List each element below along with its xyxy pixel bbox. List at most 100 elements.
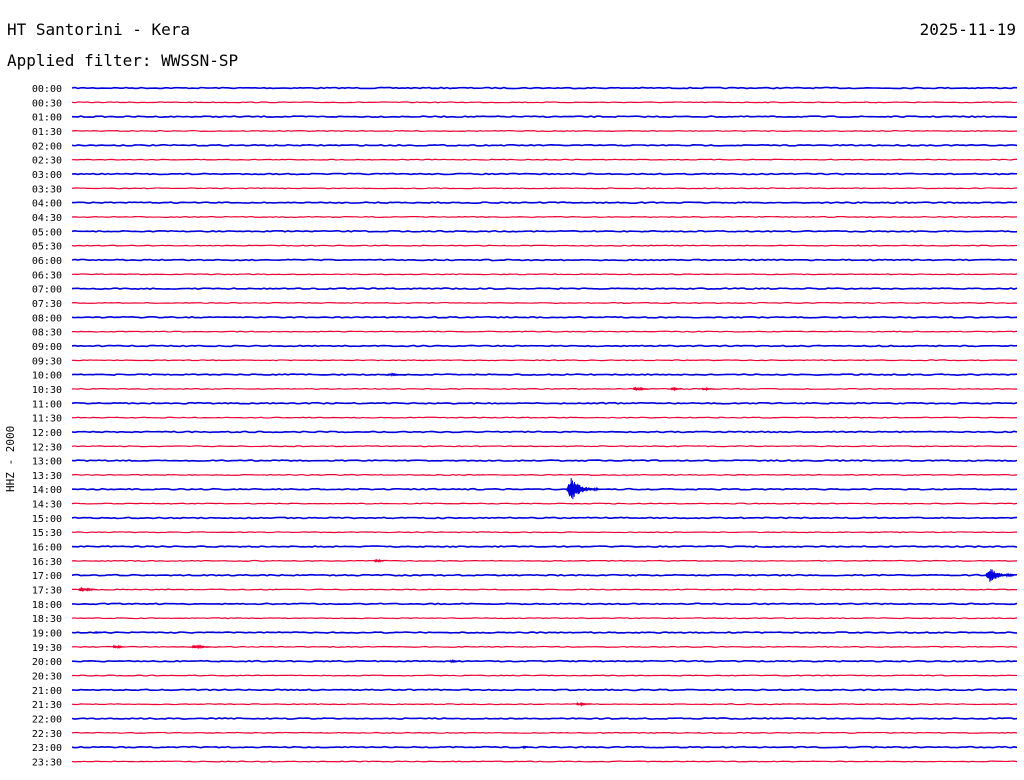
seismic-event: [985, 569, 1015, 582]
row-time-label: 09:00: [32, 342, 62, 353]
trace-2000: [71, 659, 1018, 663]
row-time-label: 21:30: [32, 700, 62, 711]
row-time-label: 23:00: [32, 743, 62, 754]
row-time-label: 05:30: [32, 242, 62, 253]
trace-0230: [71, 158, 1018, 161]
row-time-label: 02:00: [32, 141, 62, 152]
helicorder-plot: 00:00 00:30 01:00 01:30 02:00 02:30 03:00 03:30…: [32, 84, 1018, 769]
trace-1030: [71, 387, 1018, 390]
row-time-label: 21:00: [32, 686, 62, 697]
trace-1500: [71, 516, 1018, 520]
trace-0100: [71, 115, 1018, 119]
trace-1800: [71, 602, 1018, 606]
row-time-label: 06:30: [32, 270, 62, 281]
row-time-label: 00:30: [32, 98, 62, 109]
row-time-label: 00:00: [32, 84, 62, 95]
seismic-event: [701, 386, 715, 392]
trace-1000: [71, 373, 1018, 376]
trace-0600: [71, 258, 1018, 262]
row-time-label: 20:00: [32, 657, 62, 668]
row-time-label: 19:30: [32, 643, 62, 654]
row-time-label: 07:00: [32, 285, 62, 296]
row-time-label: 23:30: [32, 758, 62, 769]
trace-2330: [71, 760, 1018, 763]
trace-0400: [71, 201, 1018, 205]
trace-1730: [71, 588, 1018, 591]
trace-0630: [71, 273, 1018, 276]
trace-1930: [71, 645, 1018, 648]
seismic-event: [374, 558, 385, 564]
row-time-label: 18:00: [32, 600, 62, 611]
row-time-label: 13:30: [32, 471, 62, 482]
row-time-label: 01:30: [32, 127, 62, 138]
row-time-label: 12:30: [32, 442, 62, 453]
trace-1700: [71, 573, 1018, 577]
row-time-label: 01:00: [32, 113, 62, 124]
trace-2100: [71, 688, 1018, 692]
row-time-label: 05:00: [32, 227, 62, 238]
row-time-label: 08:30: [32, 328, 62, 339]
trace-2130: [71, 703, 1018, 706]
seismic-event: [112, 644, 126, 650]
row-time-label: 10:30: [32, 385, 62, 396]
row-time-label: 09:30: [32, 356, 62, 367]
trace-0530: [71, 244, 1018, 247]
row-time-label: 11:30: [32, 414, 62, 425]
trace-0700: [71, 287, 1018, 290]
row-time-label: 11:00: [32, 399, 62, 410]
trace-2030: [71, 674, 1018, 677]
trace-0800: [71, 315, 1018, 319]
trace-1130: [71, 416, 1018, 419]
trace-0830: [71, 330, 1018, 333]
row-time-label: 13:00: [32, 457, 62, 468]
trace-1830: [71, 617, 1018, 620]
row-time-label: 16:00: [32, 543, 62, 554]
trace-1300: [71, 459, 1018, 462]
trace-0900: [71, 344, 1018, 348]
trace-1600: [71, 545, 1018, 548]
row-time-label: 10:00: [32, 371, 62, 382]
row-time-label: 03:00: [32, 170, 62, 181]
seismic-event: [632, 386, 649, 392]
seismic-event: [78, 587, 98, 592]
trace-0300: [71, 172, 1018, 176]
row-time-label: 18:30: [32, 614, 62, 625]
trace-1630: [71, 559, 1018, 562]
trace-1230: [71, 445, 1018, 448]
row-time-label: 06:00: [32, 256, 62, 267]
trace-0130: [71, 129, 1018, 132]
trace-0200: [71, 143, 1018, 147]
trace-1430: [71, 502, 1018, 505]
trace-0430: [71, 215, 1018, 218]
row-time-label: 22:00: [32, 715, 62, 726]
row-time-label: 04:30: [32, 213, 62, 224]
row-time-label: 16:30: [32, 557, 62, 568]
row-time-label: 22:30: [32, 729, 62, 740]
row-time-label: 15:00: [32, 514, 62, 525]
row-time-label: 17:00: [32, 571, 62, 582]
row-time-label: 14:00: [32, 485, 62, 496]
row-time-label: 03:30: [32, 184, 62, 195]
trace-0030: [71, 101, 1018, 104]
trace-2200: [71, 717, 1018, 720]
row-time-label: 07:30: [32, 299, 62, 310]
trace-1900: [71, 631, 1018, 634]
trace-0730: [71, 301, 1018, 304]
trace-0000: [71, 86, 1018, 90]
trace-1530: [71, 531, 1018, 534]
trace-0330: [71, 187, 1018, 190]
row-time-label: 15:30: [32, 528, 62, 539]
trace-0930: [71, 359, 1018, 362]
row-time-label: 17:30: [32, 586, 62, 597]
row-time-label: 20:30: [32, 672, 62, 683]
row-time-label: 14:30: [32, 500, 62, 511]
row-time-label: 04:00: [32, 199, 62, 210]
trace-0500: [71, 229, 1018, 233]
row-time-label: 02:30: [32, 156, 62, 167]
row-time-label: 08:00: [32, 313, 62, 324]
trace-2300: [71, 745, 1018, 749]
trace-1200: [71, 430, 1018, 434]
trace-1400: [71, 487, 1018, 491]
seismic-event: [566, 477, 599, 500]
trace-1100: [71, 401, 1018, 405]
